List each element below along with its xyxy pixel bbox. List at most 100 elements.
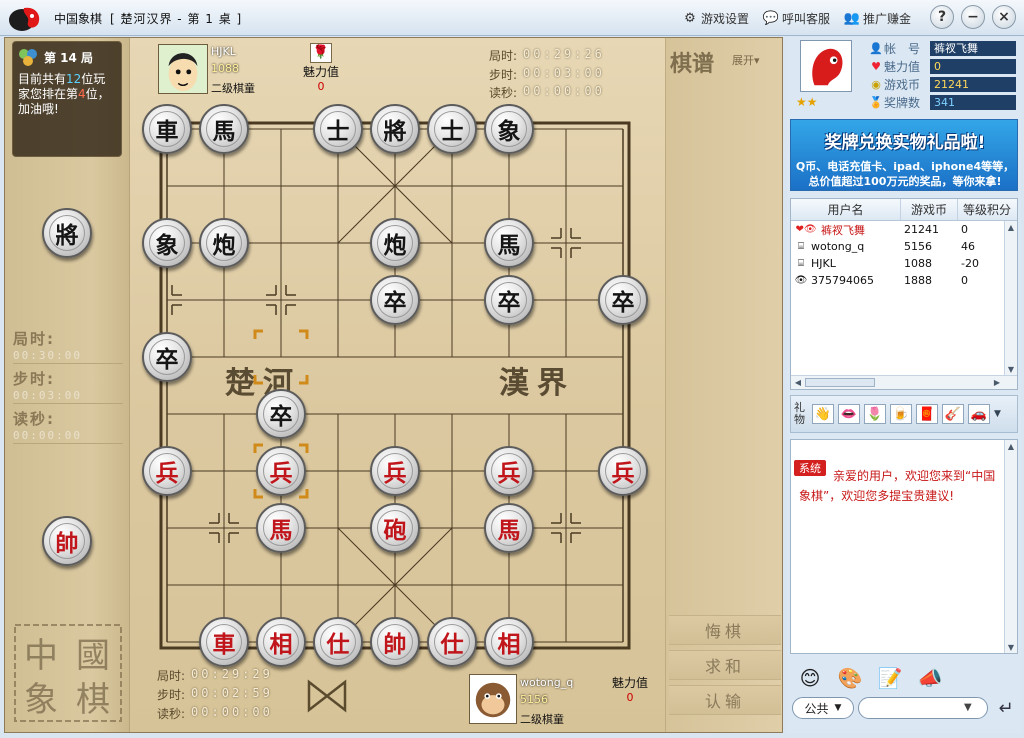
piece-black[interactable]: 象 xyxy=(142,218,192,268)
channel-select[interactable]: 公共 ▼ xyxy=(792,697,854,719)
timer-value: 00:29:29 xyxy=(191,667,273,681)
piece-red[interactable]: 兵 xyxy=(142,446,192,496)
piece-black[interactable]: 象 xyxy=(484,104,534,154)
piece-black[interactable]: 卒 xyxy=(142,332,192,382)
piece-red[interactable]: 仕 xyxy=(427,617,477,667)
piece-red[interactable]: 兵 xyxy=(484,446,534,496)
scroll-down-icon[interactable]: ▼ xyxy=(1005,641,1017,653)
color-wheel-icon[interactable]: 🎨 xyxy=(837,665,863,691)
piece-red[interactable]: 馬 xyxy=(256,503,306,553)
bottom-player-avatar[interactable] xyxy=(469,674,517,724)
gift-car-icon[interactable]: 🚗 xyxy=(968,404,990,424)
scroll-left-icon[interactable]: ◀ xyxy=(792,376,804,388)
qipu-expand-button[interactable]: 展开▾ xyxy=(732,52,760,68)
cartoon-face-icon xyxy=(159,45,207,93)
help-button[interactable]: ? xyxy=(930,5,954,29)
piece-black[interactable]: 卒 xyxy=(484,275,534,325)
piece-red[interactable]: 兵 xyxy=(598,446,648,496)
draw-button[interactable]: 求和 xyxy=(669,650,781,680)
user-name-cell: 👁 375794065 xyxy=(791,274,901,287)
timer-value: 00:29:26 xyxy=(523,47,605,61)
chat-log: 系统 亲爱的用户，欢迎您来到“中国象棋”，欢迎您多提宝贵建议! ▲ ▼ xyxy=(790,439,1018,654)
promote-link[interactable]: 👥 推广赚金 xyxy=(844,9,911,27)
resign-button[interactable]: 认输 xyxy=(669,685,781,715)
send-button[interactable]: ↵ xyxy=(993,695,1019,721)
chat-toolbar: 😊 🎨 📝 📣 xyxy=(797,665,943,691)
piece-char: 砲 xyxy=(383,517,407,544)
piece-red[interactable]: 車 xyxy=(199,617,249,667)
scroll-up-icon[interactable]: ▲ xyxy=(1005,221,1017,233)
piece-black[interactable]: 車 xyxy=(142,104,192,154)
col-coins[interactable]: 游戏币 xyxy=(901,199,958,220)
scroll-down-icon[interactable]: ▼ xyxy=(1005,363,1017,375)
piece-red[interactable]: 帥 xyxy=(370,617,420,667)
piece-char: 士 xyxy=(326,118,350,145)
my-avatar[interactable] xyxy=(800,40,852,92)
piece-black[interactable]: 士 xyxy=(313,104,363,154)
charm-label: 魅力值 xyxy=(884,60,921,74)
scroll-right-icon[interactable]: ▶ xyxy=(991,376,1003,388)
piece-red[interactable]: 仕 xyxy=(313,617,363,667)
gift-flower-icon[interactable]: 🌷 xyxy=(864,404,886,424)
charm-row: ♥ 魅力值 0 xyxy=(868,59,1016,74)
close-button[interactable]: × xyxy=(992,5,1016,29)
user-row[interactable]: ⌸ wotong_q 5156 46 xyxy=(791,238,1017,255)
gift-packet-icon[interactable]: 🧧 xyxy=(916,404,938,424)
piece-red[interactable]: 兵 xyxy=(370,446,420,496)
broadcast-icon[interactable]: 📣 xyxy=(917,665,943,691)
app-title: 中国象棋 xyxy=(54,12,103,26)
piece-black[interactable]: 炮 xyxy=(199,218,249,268)
gift-hand-icon[interactable]: 👋 xyxy=(812,404,834,424)
scroll-up-icon[interactable]: ▲ xyxy=(1005,440,1017,452)
user-table-vscroll[interactable]: ▲ ▼ xyxy=(1004,221,1017,375)
piece-black[interactable]: 馬 xyxy=(484,218,534,268)
gift-guitar-icon[interactable]: 🎸 xyxy=(942,404,964,424)
piece-black[interactable]: 炮 xyxy=(370,218,420,268)
piece-black[interactable]: 將 xyxy=(370,104,420,154)
minimize-button[interactable]: − xyxy=(961,5,985,29)
user-table-hscroll[interactable]: ◀ ▶ xyxy=(791,375,1017,389)
col-score[interactable]: 等级积分 xyxy=(958,199,1016,220)
piece-black[interactable]: 馬 xyxy=(199,104,249,154)
gift-beer-icon[interactable]: 🍺 xyxy=(890,404,912,424)
piece-black[interactable]: 卒 xyxy=(370,275,420,325)
undo-button[interactable]: 悔棋 xyxy=(669,615,781,645)
piece-char: 卒 xyxy=(497,289,521,316)
piece-char: 兵 xyxy=(155,460,179,487)
piece-red[interactable]: 相 xyxy=(256,617,306,667)
emoji-icon[interactable]: 😊 xyxy=(797,665,823,691)
user-row[interactable]: 👁 375794065 1888 0 xyxy=(791,272,1017,289)
gift-lips-icon[interactable]: 👄 xyxy=(838,404,860,424)
col-username[interactable]: 用户名 xyxy=(791,199,901,220)
timer-label: 读秒: xyxy=(157,707,186,721)
service-link[interactable]: 💬 呼叫客服 xyxy=(763,9,830,27)
charm-value: 0 xyxy=(317,80,325,93)
piece-red[interactable]: 相 xyxy=(484,617,534,667)
piece-black[interactable]: 卒 xyxy=(598,275,648,325)
piece-red[interactable]: 馬 xyxy=(484,503,534,553)
gift-more-icon[interactable]: ▼ xyxy=(994,409,1001,419)
piece-red[interactable]: 砲 xyxy=(370,503,420,553)
medal-exchange-banner[interactable]: 奖牌兑换实物礼品啦! Q币、电话充值卡、ipad、iphone4等等， 总价值超… xyxy=(790,119,1018,191)
user-row[interactable]: ❤👁 裤衩飞舞 21241 0 xyxy=(791,221,1017,238)
charm-value: 0 xyxy=(626,691,634,704)
user-row[interactable]: ⌸ HJKL 1088 -20 xyxy=(791,255,1017,272)
bottom-player-score: 5156 xyxy=(520,693,548,706)
settings-link[interactable]: ⚙ 游戏设置 xyxy=(682,9,749,27)
piece-char: 象 xyxy=(497,118,521,145)
edit-note-icon[interactable]: 📝 xyxy=(877,665,903,691)
chat-vscroll[interactable]: ▲ ▼ xyxy=(1004,440,1017,653)
user-coins: 5156 xyxy=(904,240,932,253)
coins-value: 21241 xyxy=(930,77,1016,92)
table-title: [ 楚河汉界 - 第 1 桌 ] xyxy=(110,12,243,26)
piece-char: 仕 xyxy=(326,631,350,658)
bottom-timer-game: 局时: 00:29:29 xyxy=(157,667,273,684)
chat-history-dropdown-icon[interactable]: ▼ xyxy=(964,702,972,713)
game-area: 第 14 局 目前共有12位玩家您排在第4位，加油哦! 局时: 00:30:00… xyxy=(4,37,783,733)
piece-red[interactable]: 兵 xyxy=(256,446,306,496)
piece-black[interactable]: 卒 xyxy=(256,389,306,439)
top-player-avatar[interactable] xyxy=(158,44,208,94)
hscroll-thumb[interactable] xyxy=(805,378,875,387)
qipu-title: 棋谱 xyxy=(670,51,715,77)
piece-black[interactable]: 士 xyxy=(427,104,477,154)
